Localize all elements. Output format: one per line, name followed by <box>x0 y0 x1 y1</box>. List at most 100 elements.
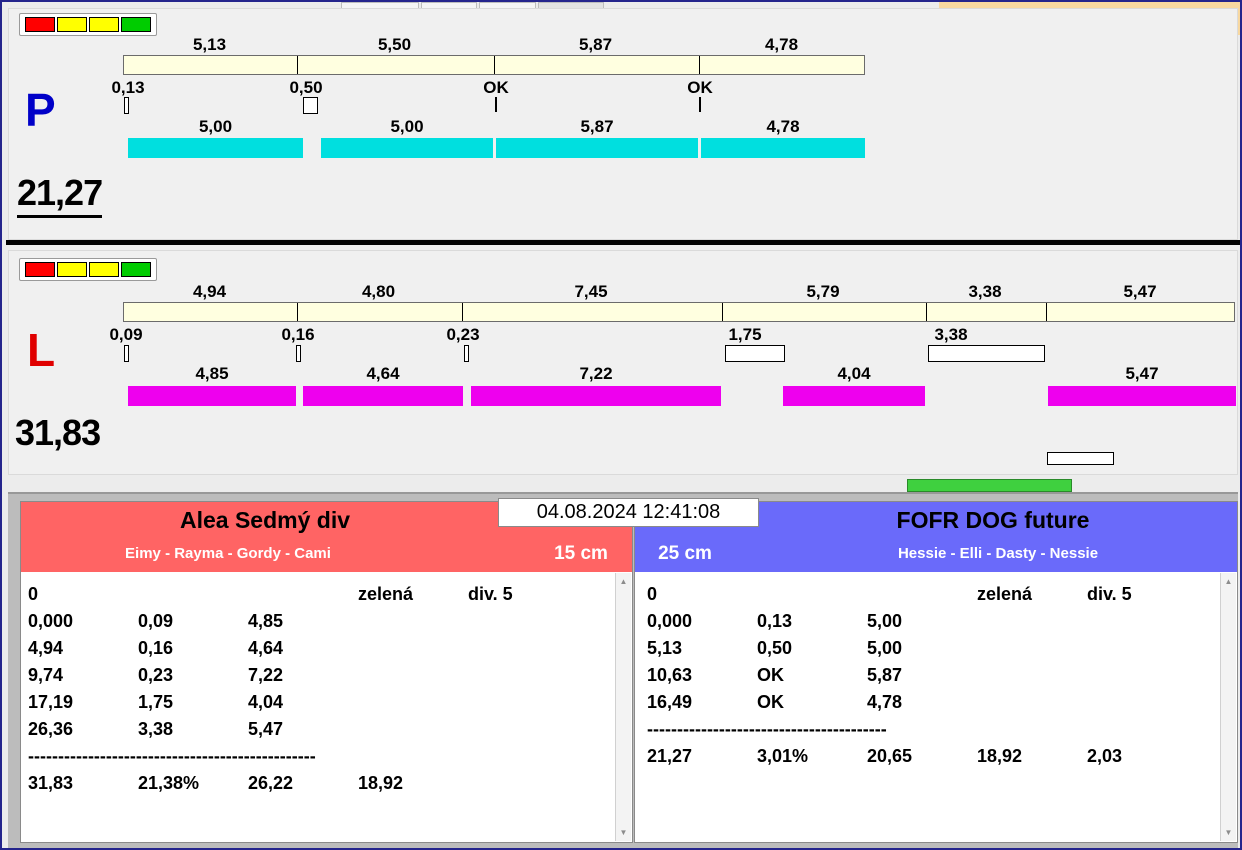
table-cell: 26,22 <box>248 773 294 793</box>
app-window: 5,13 5,50 5,87 4,78 0,13 0,50 OK OK 5,00… <box>0 0 1242 850</box>
l-segment-time: 5,79 <box>806 282 840 301</box>
right-results-table: 0 zelená div. 5 0,000 0,13 5,00 5,13 0,50 5,00 10… <box>647 584 1217 773</box>
split-marker-tick <box>495 97 497 112</box>
table-cell <box>757 584 867 611</box>
traffic-light-yellow-icon <box>89 262 119 277</box>
p-split-time: 0,50 <box>289 78 323 97</box>
table-cell: 5,47 <box>248 719 284 739</box>
p-run-bar <box>496 138 698 158</box>
table-cell: 4,85 <box>248 611 284 631</box>
p-segment-time: 5,87 <box>578 35 613 54</box>
table-cell <box>248 584 358 611</box>
lane-p-panel: 5,13 5,50 5,87 4,78 0,13 0,50 OK OK 5,00… <box>8 8 1238 240</box>
table-cell: zelená <box>977 584 1033 604</box>
l-segment-time: 7,45 <box>574 282 608 301</box>
traffic-light-red-icon <box>25 262 55 277</box>
table-cell: div. 5 <box>1087 584 1132 604</box>
p-run-time: 4,78 <box>766 117 800 136</box>
segment-divider <box>1046 303 1047 321</box>
table-cell: 3,01% <box>757 746 809 766</box>
scroll-up-icon[interactable]: ▲ <box>1225 573 1233 590</box>
scroll-up-icon[interactable]: ▲ <box>620 573 628 590</box>
l-run-time: 7,22 <box>579 364 613 383</box>
left-team-title: Alea Sedmý div <box>179 507 351 533</box>
p-run-time: 5,00 <box>198 117 233 136</box>
l-run-time: 4,85 <box>195 364 229 383</box>
table-cell: 0 <box>647 584 658 604</box>
table-cell: 4,94 <box>28 638 64 658</box>
p-segment-time: 5,13 <box>192 35 227 54</box>
table-cell: 21,38% <box>138 773 200 793</box>
split-marker <box>124 345 129 362</box>
table-row: 0 zelená div. 5 <box>647 584 1217 611</box>
right-jump-height: 25 cm <box>658 543 712 564</box>
left-jump-height: 15 cm <box>554 543 608 564</box>
traffic-light-yellow-icon <box>57 262 87 277</box>
empty-marker-box <box>1047 452 1114 465</box>
traffic-light-green-icon <box>121 262 151 277</box>
table-row: 16,49 OK 4,78 <box>647 692 1217 719</box>
table-cell <box>138 584 248 611</box>
l-run-bar <box>471 386 721 406</box>
traffic-light-yellow-icon <box>89 17 119 32</box>
table-cell: OK <box>757 692 784 712</box>
table-cell: 0,16 <box>138 638 174 658</box>
p-run-bar <box>128 138 303 158</box>
table-cell: 0,000 <box>28 611 74 631</box>
p-run-time: 5,87 <box>580 117 614 136</box>
scroll-down-icon[interactable]: ▼ <box>620 824 628 841</box>
right-team-panel: FOFR DOG future Hessie - Elli - Dasty - … <box>634 501 1238 843</box>
segment-divider <box>462 303 463 321</box>
segment-divider <box>926 303 927 321</box>
table-cell: OK <box>757 665 784 685</box>
table-cell: 0,50 <box>757 638 793 658</box>
table-cell: 0 <box>28 584 39 604</box>
split-marker-tick <box>699 97 701 112</box>
table-row: 4,94 0,16 4,64 <box>28 638 612 665</box>
segment-divider <box>722 303 723 321</box>
l-run-bar <box>128 386 296 406</box>
l-segment-bar <box>123 302 1235 322</box>
split-marker <box>124 97 129 114</box>
table-cell: 3,38 <box>138 719 174 739</box>
table-cell: 2,03 <box>1087 746 1123 766</box>
vertical-scrollbar[interactable]: ▲ ▼ <box>615 573 631 841</box>
split-marker-box <box>303 97 318 114</box>
p-split-time: 0,13 <box>111 78 145 97</box>
l-split-time: 1,75 <box>728 325 762 344</box>
traffic-light-red-icon <box>25 17 55 32</box>
table-row: 0 zelená div. 5 <box>28 584 612 611</box>
l-segment-time: 4,94 <box>192 282 227 301</box>
l-run-time: 5,47 <box>1125 364 1159 383</box>
table-cell: 5,13 <box>647 638 683 658</box>
left-team-panel: Alea Sedmý div Eimy - Rayma - Gordy - Ca… <box>20 501 633 843</box>
table-cell: 0,13 <box>757 611 793 631</box>
left-team-dogs: Eimy - Rayma - Gordy - Cami <box>125 545 331 562</box>
results-frame: Alea Sedmý div Eimy - Rayma - Gordy - Ca… <box>8 492 1238 848</box>
lane-l-panel: 4,94 4,80 7,45 5,79 3,38 5,47 0,09 0,16 … <box>8 250 1238 475</box>
table-cell: div. 5 <box>468 584 513 604</box>
l-run-time: 4,04 <box>837 364 871 383</box>
table-cell: 31,83 <box>28 773 74 793</box>
p-segment-time: 5,50 <box>377 35 412 54</box>
l-run-bar <box>783 386 925 406</box>
table-cell: 9,74 <box>28 665 64 685</box>
table-cell: 21,27 <box>647 746 693 766</box>
table-row: 0,000 0,13 5,00 <box>647 611 1217 638</box>
lane-p-total-time: 21,27 <box>17 172 103 218</box>
lane-p-total-value: 21,27 <box>17 172 103 218</box>
p-segment-bar <box>123 55 865 75</box>
table-cell: 18,92 <box>977 746 1023 766</box>
table-separator: ----------------------------------------… <box>28 746 316 766</box>
right-results-body: 0 zelená div. 5 0,000 0,13 5,00 5,13 0,50 5,00 10… <box>635 572 1237 842</box>
table-cell: 4,04 <box>248 692 284 712</box>
table-row: 31,83 21,38% 26,22 18,92 <box>28 773 612 800</box>
ready-indicator-bar <box>907 479 1072 492</box>
vertical-scrollbar[interactable]: ▲ ▼ <box>1220 573 1236 841</box>
scroll-down-icon[interactable]: ▼ <box>1225 824 1233 841</box>
l-segment-time: 5,47 <box>1123 282 1157 301</box>
table-cell: 5,00 <box>867 611 903 631</box>
table-cell: 0,09 <box>138 611 174 631</box>
table-cell: 7,22 <box>248 665 284 685</box>
table-cell: 0,23 <box>138 665 174 685</box>
